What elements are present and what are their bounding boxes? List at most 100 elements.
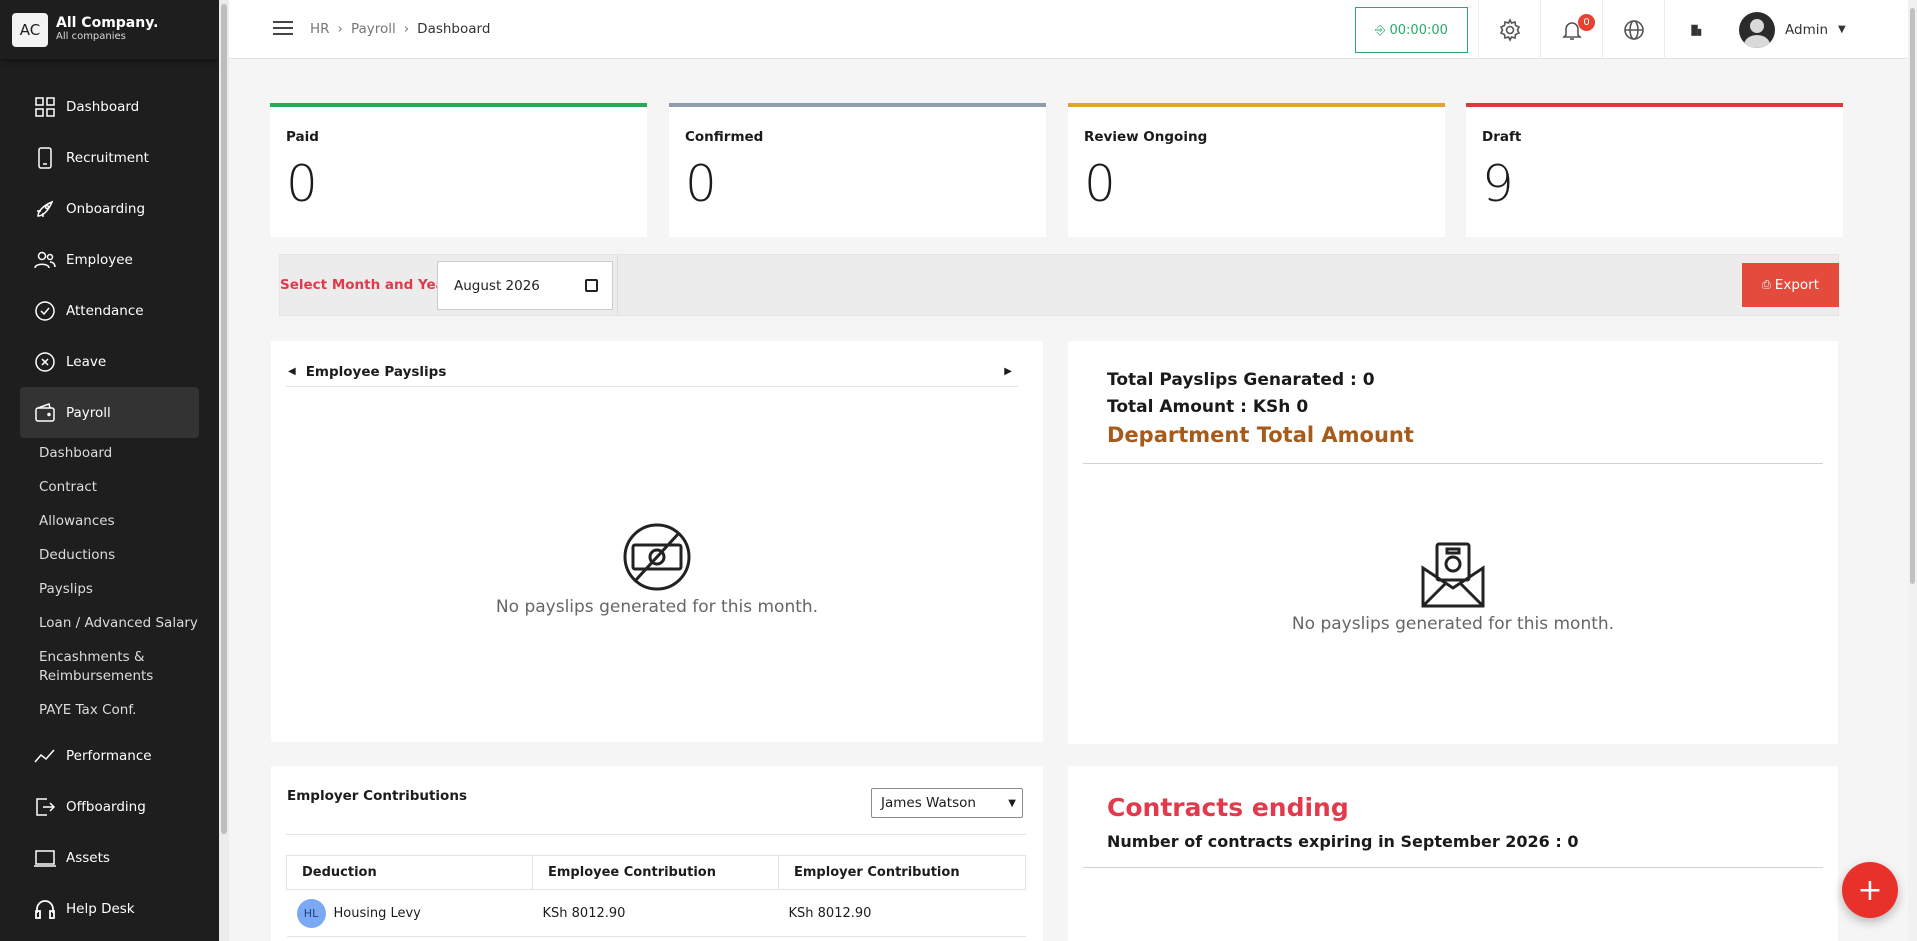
- panel-title: Employee Payslips: [305, 363, 447, 380]
- breadcrumb-separator: ›: [337, 21, 343, 37]
- rocket-icon: [37, 200, 54, 217]
- globe-icon: [1623, 19, 1644, 40]
- wallet-icon: [35, 402, 55, 422]
- login-icon: ⎆: [1375, 22, 1386, 38]
- user-menu[interactable]: Admin ▼: [1739, 0, 1846, 59]
- employee-select-value: James Watson: [881, 795, 976, 811]
- company-switcher[interactable]: AC All Company. All companies: [0, 0, 219, 59]
- subnav-deductions[interactable]: Deductions: [39, 546, 219, 565]
- breadcrumb-payroll[interactable]: Payroll: [351, 21, 396, 37]
- stat-card-paid[interactable]: Paid 0: [270, 103, 647, 237]
- sidebar: AC All Company. All companies Dashboard …: [0, 0, 219, 941]
- money-envelope-icon: [1421, 542, 1485, 608]
- filter-bar: Select Month and Year: August 2026 ⎙ Exp…: [279, 254, 1839, 316]
- sidebar-item-label: Assets: [66, 849, 110, 866]
- stat-label: Confirmed: [685, 129, 764, 145]
- empty-message: No payslips generated for this month.: [1291, 614, 1615, 634]
- total-payslips: Total Payslips Genarated : 0: [1107, 370, 1375, 390]
- export-button[interactable]: ⎙ Export: [1742, 263, 1839, 307]
- sidebar-item-recruitment[interactable]: Recruitment: [0, 132, 219, 183]
- check-in-timer-button[interactable]: ⎆ 00:00:00: [1355, 7, 1468, 53]
- deduction-cell: HL Housing Levy: [286, 889, 533, 937]
- notifications-button[interactable]: 0: [1540, 0, 1602, 59]
- subnav-contract[interactable]: Contract: [39, 478, 219, 497]
- company-badge: AC: [12, 12, 48, 47]
- sidebar-item-label: Dashboard: [66, 98, 140, 115]
- sidebar-item-label: Offboarding: [66, 798, 146, 815]
- sidebar-item-label: Leave: [66, 353, 107, 370]
- avatar: HL: [296, 898, 326, 928]
- exit-icon: [36, 797, 56, 816]
- stat-value: 9: [1482, 155, 1514, 213]
- subnav-encashments[interactable]: Encashments & Reimbursements: [39, 648, 219, 686]
- table-row[interactable]: HL Housing Levy KSh 8012.90 KSh 8012.90: [286, 889, 1026, 937]
- subnav-allowances[interactable]: Allowances: [39, 512, 219, 531]
- month-year-input[interactable]: August 2026: [437, 261, 613, 310]
- stat-card-review-ongoing[interactable]: Review Ongoing 0: [1068, 103, 1445, 237]
- subnav-dashboard[interactable]: Dashboard: [39, 444, 219, 463]
- stat-label: Paid: [286, 129, 319, 145]
- calendar-icon[interactable]: [585, 279, 598, 292]
- people-icon: [34, 251, 56, 268]
- divider: [617, 255, 618, 315]
- prev-arrow-icon[interactable]: ◀: [288, 366, 296, 377]
- sidebar-item-leave[interactable]: Leave: [0, 336, 219, 387]
- sidebar-item-payroll[interactable]: Payroll: [20, 387, 199, 438]
- settings-button[interactable]: [1478, 0, 1540, 59]
- stat-card-draft[interactable]: Draft 9: [1466, 103, 1843, 237]
- panel-title: Employer Contributions: [287, 788, 467, 804]
- subnav-loan[interactable]: Loan / Advanced Salary: [39, 614, 219, 633]
- sidebar-item-label: Recruitment: [66, 149, 149, 166]
- chevron-down-icon: ▼: [1008, 797, 1016, 809]
- column-header: Employer Contribution: [778, 855, 1026, 890]
- total-amount: Total Amount : KSh 0: [1107, 397, 1309, 417]
- month-year-label: Select Month and Year:: [280, 277, 457, 293]
- gear-icon: [1499, 17, 1520, 42]
- column-header: Deduction: [286, 855, 533, 890]
- stat-card-confirmed[interactable]: Confirmed 0: [669, 103, 1046, 237]
- sidebar-scrollbar[interactable]: [219, 0, 229, 941]
- export-icon: ⎙: [1761, 278, 1771, 291]
- payslip-summary-panel: Total Payslips Genarated : 0 Total Amoun…: [1068, 341, 1838, 744]
- phone-icon: [38, 146, 52, 169]
- payslips-carousel-header: ◀ Employee Payslips ▶: [286, 357, 1018, 387]
- payslips-empty-state: No payslips generated for this month.: [271, 521, 1043, 617]
- department-total-title: Department Total Amount: [1107, 423, 1414, 447]
- menu-toggle-icon[interactable]: [273, 21, 293, 37]
- subnav-paye[interactable]: PAYE Tax Conf.: [39, 701, 219, 720]
- divider: [1083, 867, 1823, 868]
- contracts-subtitle: Number of contracts expiring in Septembe…: [1107, 832, 1579, 851]
- sidebar-item-label: Performance: [66, 747, 152, 764]
- employer-contributions-panel: Employer Contributions James Watson ▼ De…: [271, 766, 1043, 941]
- sidebar-item-performance[interactable]: Performance: [0, 730, 219, 781]
- company-button[interactable]: [1664, 0, 1726, 59]
- topbar: HR › Payroll › Dashboard ⎆ 00:00:00 0 Ad…: [229, 0, 1908, 59]
- contracts-title: Contracts ending: [1107, 793, 1349, 822]
- subnav-payslips[interactable]: Payslips: [39, 580, 219, 599]
- user-name: Admin: [1785, 21, 1829, 38]
- breadcrumb-hr[interactable]: HR: [310, 21, 330, 37]
- month-year-value: August 2026: [454, 277, 540, 294]
- company-name: All Company.: [56, 15, 159, 31]
- breadcrumb-separator: ›: [403, 21, 410, 37]
- sidebar-item-attendance[interactable]: Attendance: [0, 285, 219, 336]
- next-arrow-icon[interactable]: ▶: [1004, 366, 1012, 377]
- sidebar-item-dashboard[interactable]: Dashboard: [0, 81, 219, 132]
- deduction-name: Housing Levy: [333, 905, 421, 921]
- breadcrumb: HR › Payroll › Dashboard: [310, 21, 490, 37]
- sidebar-item-assets[interactable]: Assets: [0, 832, 219, 883]
- sidebar-item-onboarding[interactable]: Onboarding: [0, 183, 219, 234]
- sidebar-item-helpdesk[interactable]: Help Desk: [0, 883, 219, 934]
- language-button[interactable]: [1602, 0, 1664, 59]
- export-label: Export: [1774, 277, 1819, 293]
- sidebar-item-offboarding[interactable]: Offboarding: [0, 781, 219, 832]
- stat-value: 0: [1084, 155, 1116, 213]
- add-button[interactable]: +: [1842, 862, 1898, 918]
- trend-icon: [34, 749, 55, 762]
- employee-contribution-cell: KSh 8012.90: [532, 889, 779, 937]
- sidebar-nav: Dashboard Recruitment Onboarding Employe…: [0, 81, 219, 438]
- headset-icon: [35, 899, 55, 919]
- page-scrollbar[interactable]: [1908, 0, 1917, 941]
- sidebar-item-employee[interactable]: Employee: [0, 234, 219, 285]
- employee-select[interactable]: James Watson ▼: [871, 788, 1023, 818]
